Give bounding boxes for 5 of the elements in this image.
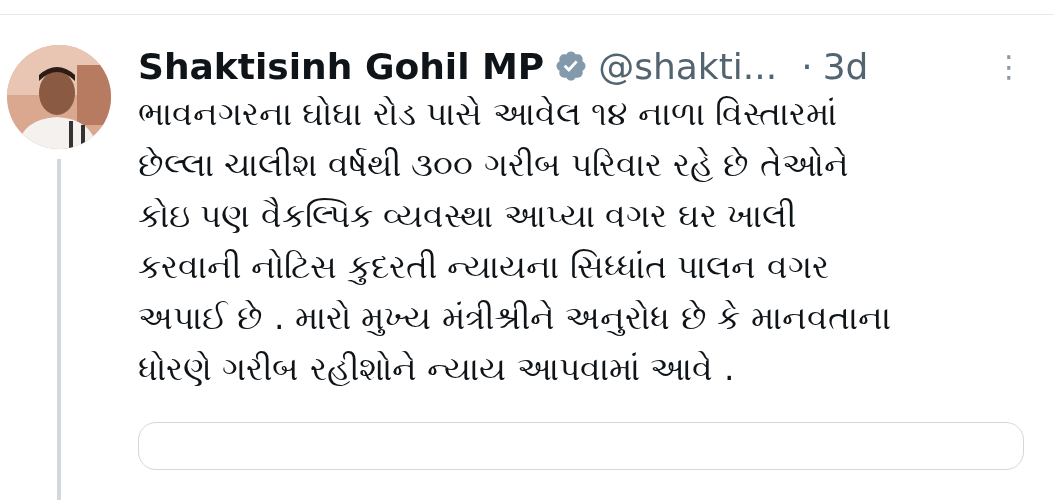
author-name[interactable]: Shaktisinh Gohil MP [138,46,545,87]
tweet-text: ભાવનગરના ઘોઘા રોડ પાસે આવેલ ૧૪ નાળા વિસ્તારમાં છેલ્લા ચાલીશ વર્ષથી ૩૦૦ ગરીબ પરિવાર રહે છે તેઓને કોઇ પણ વૈકલ્પિક વ્યવસ્થા આપ્યા વગર ઘર ખાલી કરવાની નોટિસ કુદરતી ન્યાયના સિધ્ધાંત પાલન વગર અપાઈ છે . મારો મુખ્ય મંત્રીશ્રીને અનુરોધ છે કે માનવતાના ધોરણે ગરીબ રહીશોને ન્યાય આપવામાં આવે . [138,92,892,390]
separator-dot: · [801,46,813,87]
timestamp[interactable]: 3d [822,46,869,87]
author-handle[interactable]: @shakti... [598,46,778,87]
